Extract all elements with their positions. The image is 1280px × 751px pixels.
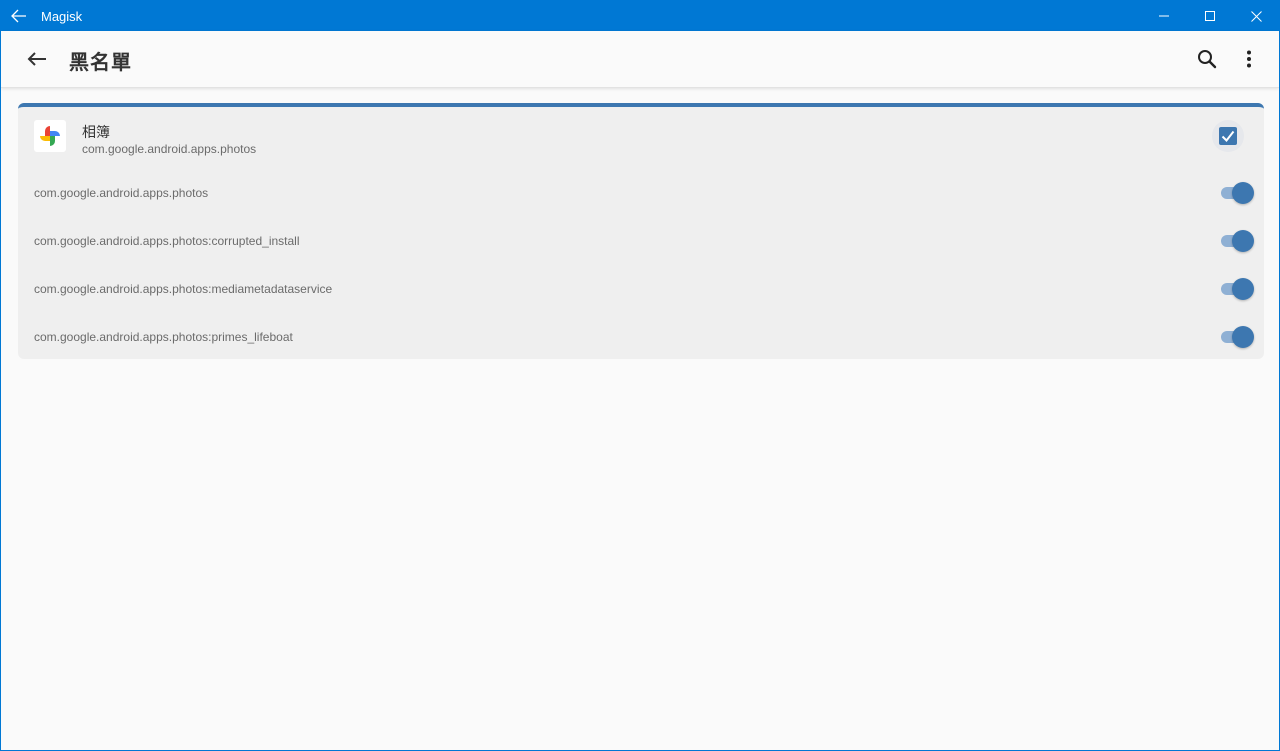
process-name: com.google.android.apps.photos <box>34 186 209 200</box>
navigate-back-button[interactable] <box>21 43 53 75</box>
toggle-thumb <box>1232 230 1254 252</box>
process-row: com.google.android.apps.photos <box>18 169 1264 217</box>
process-toggle[interactable] <box>1220 182 1254 204</box>
close-button[interactable] <box>1233 1 1279 31</box>
page-title: 黑名單 <box>69 52 132 74</box>
process-toggle[interactable] <box>1220 278 1254 300</box>
app-bar: 黑名單 <box>1 31 1279 88</box>
checkbox-box <box>1219 127 1237 145</box>
toggle-thumb <box>1232 326 1254 348</box>
more-options-button[interactable] <box>1233 43 1265 75</box>
more-vert-icon <box>1247 50 1251 68</box>
toggle-thumb <box>1232 182 1254 204</box>
process-toggle[interactable] <box>1220 326 1254 348</box>
toggle-thumb <box>1232 278 1254 300</box>
check-icon <box>1221 130 1235 142</box>
maximize-icon <box>1205 11 1215 21</box>
minimize-icon <box>1159 15 1169 17</box>
process-name: com.google.android.apps.photos:mediameta… <box>34 282 333 296</box>
app-checkbox[interactable] <box>1212 120 1244 152</box>
maximize-button[interactable] <box>1187 1 1233 31</box>
process-name: com.google.android.apps.photos:primes_li… <box>34 330 293 344</box>
process-row: com.google.android.apps.photos:corrupted… <box>18 217 1264 265</box>
process-row: com.google.android.apps.photos:mediameta… <box>18 265 1264 313</box>
title-bar: Magisk <box>1 1 1279 31</box>
arrow-left-icon <box>11 9 26 23</box>
process-toggle[interactable] <box>1220 230 1254 252</box>
process-row: com.google.android.apps.photos:primes_li… <box>18 313 1264 359</box>
app-name: 相簿 <box>82 125 110 141</box>
google-photos-icon <box>34 120 66 152</box>
titlebar-back-button[interactable] <box>9 6 29 26</box>
process-name: com.google.android.apps.photos:corrupted… <box>34 234 300 248</box>
close-icon <box>1250 10 1262 22</box>
search-icon <box>1198 50 1217 69</box>
app-package-name: com.google.android.apps.photos <box>82 142 257 156</box>
app-window: Magisk 黑名單 相簿 com.google.android.apps.ph… <box>0 0 1280 751</box>
window-title: Magisk <box>41 9 83 24</box>
app-card: 相簿 com.google.android.apps.photos com.go… <box>18 103 1264 359</box>
minimize-button[interactable] <box>1141 1 1187 31</box>
arrow-left-icon <box>27 52 46 66</box>
search-button[interactable] <box>1191 43 1223 75</box>
app-header-row[interactable]: 相簿 com.google.android.apps.photos <box>18 107 1264 169</box>
